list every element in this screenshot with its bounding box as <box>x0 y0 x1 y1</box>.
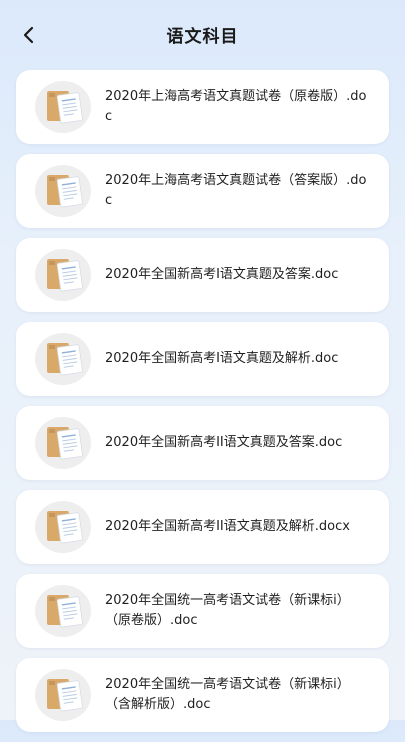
file-list: 2020年上海高考语文真题试卷（原卷版）.doc 2020年上海高考语文真题试卷… <box>16 70 389 742</box>
document-file-icon <box>35 417 91 469</box>
file-list-item[interactable]: 2020年全国新高考II语文真题及解析.docx <box>16 490 389 564</box>
file-list-item[interactable]: 2020年全国新高考I语文真题及解析.doc <box>16 322 389 396</box>
file-name: 2020年全国新高考I语文真题及解析.doc <box>105 351 339 366</box>
file-list-item[interactable]: 2020年上海高考语文真题试卷（原卷版）.doc <box>16 70 389 144</box>
file-name: 2020年全国新高考II语文真题及答案.doc <box>105 435 343 450</box>
file-list-item[interactable]: 2020年上海高考语文真题试卷（答案版）.doc <box>16 154 389 228</box>
document-file-icon <box>35 165 91 217</box>
app-header: 语文科目 <box>0 0 405 70</box>
file-name: 2020年上海高考语文真题试卷（答案版）.doc <box>105 173 367 208</box>
document-file-icon <box>35 669 91 721</box>
file-name: 2020年全国统一高考语文试卷（新课标i）（含解析版）.doc <box>105 677 350 712</box>
file-list-item[interactable]: 2020年全国统一高考语文试卷（新课标i）（含解析版）.doc <box>16 658 389 732</box>
document-file-icon <box>35 501 91 553</box>
file-name: 2020年全国新高考II语文真题及解析.docx <box>105 519 350 534</box>
file-name: 2020年全国新高考I语文真题及答案.doc <box>105 267 339 282</box>
document-file-icon <box>35 333 91 385</box>
file-list-item[interactable]: 2020年全国统一高考语文试卷（新课标i）（原卷版）.doc <box>16 574 389 648</box>
file-name: 2020年上海高考语文真题试卷（原卷版）.doc <box>105 89 367 124</box>
file-list-item[interactable]: 2020年全国新高考I语文真题及答案.doc <box>16 238 389 312</box>
file-name: 2020年全国统一高考语文试卷（新课标i）（原卷版）.doc <box>105 593 350 628</box>
document-file-icon <box>35 585 91 637</box>
file-list-item[interactable]: 2020年全国新高考II语文真题及答案.doc <box>16 406 389 480</box>
document-file-icon <box>35 249 91 301</box>
document-file-icon <box>35 81 91 133</box>
page-title: 语文科目 <box>166 27 239 47</box>
